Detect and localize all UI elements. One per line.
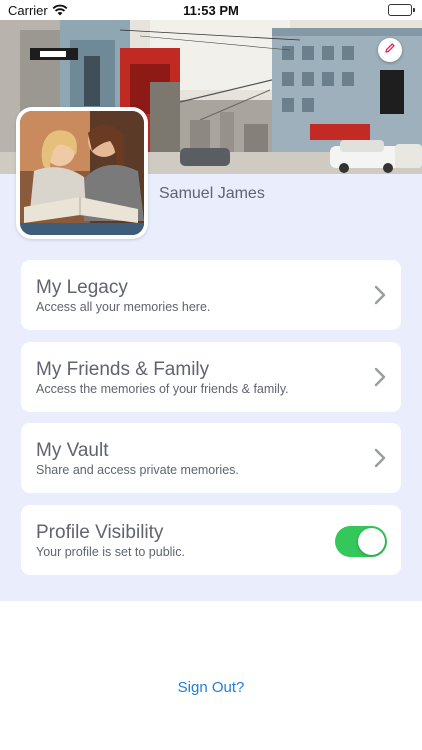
avatar[interactable] bbox=[16, 107, 148, 239]
clock: 11:53 PM bbox=[183, 3, 239, 18]
toggle-knob bbox=[358, 528, 385, 555]
my-vault-card[interactable]: My Vault Share and access private memori… bbox=[21, 423, 401, 493]
battery-icon bbox=[388, 4, 415, 16]
card-title: My Vault bbox=[36, 440, 109, 461]
card-subtitle: Access all your memories here. bbox=[36, 300, 211, 314]
card-title: My Friends & Family bbox=[36, 359, 210, 380]
card-subtitle: Access the memories of your friends & fa… bbox=[36, 382, 289, 396]
chevron-right-icon bbox=[374, 448, 386, 468]
chevron-right-icon bbox=[374, 367, 386, 387]
my-friends-family-card[interactable]: My Friends & Family Access the memories … bbox=[21, 342, 401, 412]
chevron-right-icon bbox=[374, 285, 386, 305]
my-legacy-card[interactable]: My Legacy Access all your memories here. bbox=[21, 260, 401, 330]
pencil-icon bbox=[384, 41, 396, 59]
status-bar: Carrier 11:53 PM bbox=[0, 0, 422, 20]
profile-visibility-card: Profile Visibility Your profile is set t… bbox=[21, 505, 401, 575]
card-subtitle: Your profile is set to public. bbox=[36, 545, 185, 559]
edit-cover-button[interactable] bbox=[378, 38, 402, 62]
profile-visibility-toggle[interactable] bbox=[335, 526, 387, 557]
card-subtitle: Share and access private memories. bbox=[36, 463, 239, 477]
profile-name: Samuel James bbox=[159, 185, 265, 202]
card-title: Profile Visibility bbox=[36, 522, 164, 543]
card-title: My Legacy bbox=[36, 277, 128, 298]
sign-out-button[interactable]: Sign Out? bbox=[0, 679, 422, 696]
